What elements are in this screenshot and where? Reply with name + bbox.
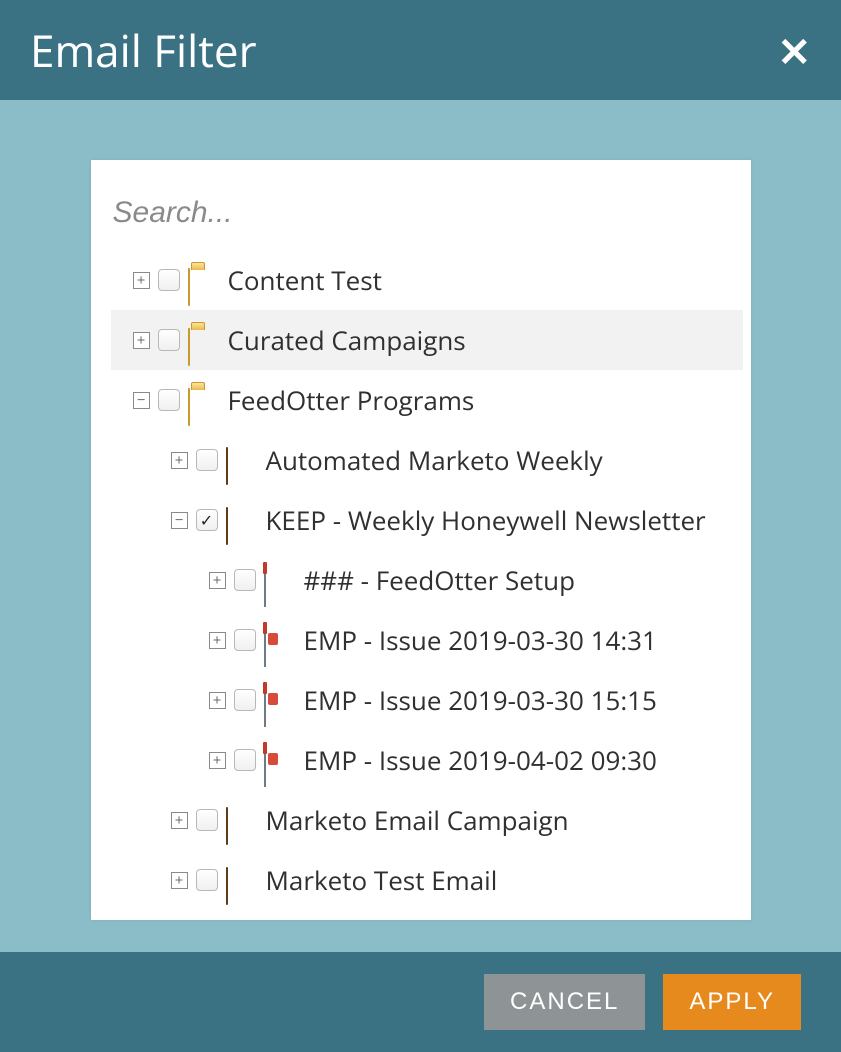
tree-row[interactable]: −✓ KEEP - Weekly Honeywell Newsletter bbox=[111, 490, 743, 550]
checkbox[interactable] bbox=[196, 809, 218, 831]
plus-icon[interactable]: + bbox=[133, 272, 150, 289]
tree-item-label: Marketo Email Campaign bbox=[264, 802, 569, 838]
apply-button[interactable]: APPLY bbox=[663, 974, 801, 1030]
checkbox[interactable] bbox=[196, 449, 218, 471]
tree-item-label: Marketo Test Email bbox=[264, 862, 498, 898]
tree-row[interactable]: + Marketo Email Campaign bbox=[111, 790, 743, 850]
tree-row[interactable]: + Automated Marketo Weekly bbox=[111, 430, 743, 490]
plus-icon[interactable]: + bbox=[171, 812, 188, 829]
tree-item-label: Automated Marketo Weekly bbox=[264, 442, 603, 478]
tree: + Content Test + Curated Campaigns − FeedOtte… bbox=[111, 250, 743, 910]
checkbox[interactable] bbox=[234, 569, 256, 591]
plus-icon[interactable]: + bbox=[171, 872, 188, 889]
plus-icon[interactable]: + bbox=[171, 452, 188, 469]
tree-item-label: KEEP - Weekly Honeywell Newsletter bbox=[264, 502, 706, 538]
mailbox-icon bbox=[264, 628, 294, 652]
checkbox[interactable] bbox=[234, 689, 256, 711]
tree-item-label: ### - FeedOtter Setup bbox=[302, 562, 576, 598]
search-input[interactable] bbox=[111, 188, 743, 250]
plus-icon[interactable]: + bbox=[209, 632, 226, 649]
dialog-footer: CANCEL APPLY bbox=[0, 952, 841, 1052]
tree-row[interactable]: + EMP - Issue 2019-04-02 09:30 bbox=[111, 730, 743, 790]
tree-row[interactable]: + EMP - Issue 2019-03-30 15:15 bbox=[111, 670, 743, 730]
program-icon bbox=[226, 868, 256, 892]
mailbox-icon bbox=[264, 688, 294, 712]
close-icon[interactable]: ✕ bbox=[777, 23, 811, 78]
checkbox[interactable]: ✓ bbox=[196, 509, 218, 531]
dialog-body: + Content Test + Curated Campaigns − FeedOtte… bbox=[0, 100, 841, 952]
program-icon bbox=[226, 508, 256, 532]
checkbox[interactable] bbox=[158, 269, 180, 291]
tree-item-label: EMP - Issue 2019-03-30 14:31 bbox=[302, 622, 657, 658]
cancel-button[interactable]: CANCEL bbox=[484, 974, 645, 1030]
plus-icon[interactable]: + bbox=[133, 332, 150, 349]
folder-icon bbox=[188, 328, 218, 352]
tree-row[interactable]: − FeedOtter Programs bbox=[111, 370, 743, 430]
tree-row[interactable]: + Curated Campaigns bbox=[111, 310, 743, 370]
tree-row[interactable]: + EMP - Issue 2019-03-30 14:31 bbox=[111, 610, 743, 670]
tree-item-label: Content Test bbox=[226, 262, 382, 298]
checkbox[interactable] bbox=[196, 869, 218, 891]
email-filter-dialog: Email Filter ✕ + Content Test + Curated Cam… bbox=[0, 0, 841, 1052]
program-icon bbox=[226, 808, 256, 832]
tree-item-label: EMP - Issue 2019-04-02 09:30 bbox=[302, 742, 657, 778]
tree-row[interactable]: + ### - FeedOtter Setup bbox=[111, 550, 743, 610]
dialog-title: Email Filter bbox=[30, 20, 257, 80]
tree-item-label: EMP - Issue 2019-03-30 15:15 bbox=[302, 682, 657, 718]
tree-row[interactable]: + Content Test bbox=[111, 250, 743, 310]
minus-icon[interactable]: − bbox=[133, 392, 150, 409]
dialog-header: Email Filter ✕ bbox=[0, 0, 841, 100]
checkbox[interactable] bbox=[158, 329, 180, 351]
tree-item-label: FeedOtter Programs bbox=[226, 382, 475, 418]
mailbox-icon bbox=[264, 568, 294, 592]
tree-item-label: Curated Campaigns bbox=[226, 322, 466, 358]
folder-icon bbox=[188, 268, 218, 292]
minus-icon[interactable]: − bbox=[171, 512, 188, 529]
plus-icon[interactable]: + bbox=[209, 752, 226, 769]
tree-row[interactable]: + Marketo Test Email bbox=[111, 850, 743, 910]
tree-scroll[interactable]: + Content Test + Curated Campaigns − FeedOtte… bbox=[111, 250, 743, 912]
checkbox[interactable] bbox=[158, 389, 180, 411]
folder-icon bbox=[188, 388, 218, 412]
program-icon bbox=[226, 448, 256, 472]
plus-icon[interactable]: + bbox=[209, 572, 226, 589]
mailbox-icon bbox=[264, 748, 294, 772]
checkbox[interactable] bbox=[234, 749, 256, 771]
checkbox[interactable] bbox=[234, 629, 256, 651]
panel: + Content Test + Curated Campaigns − FeedOtte… bbox=[91, 160, 751, 920]
plus-icon[interactable]: + bbox=[209, 692, 226, 709]
